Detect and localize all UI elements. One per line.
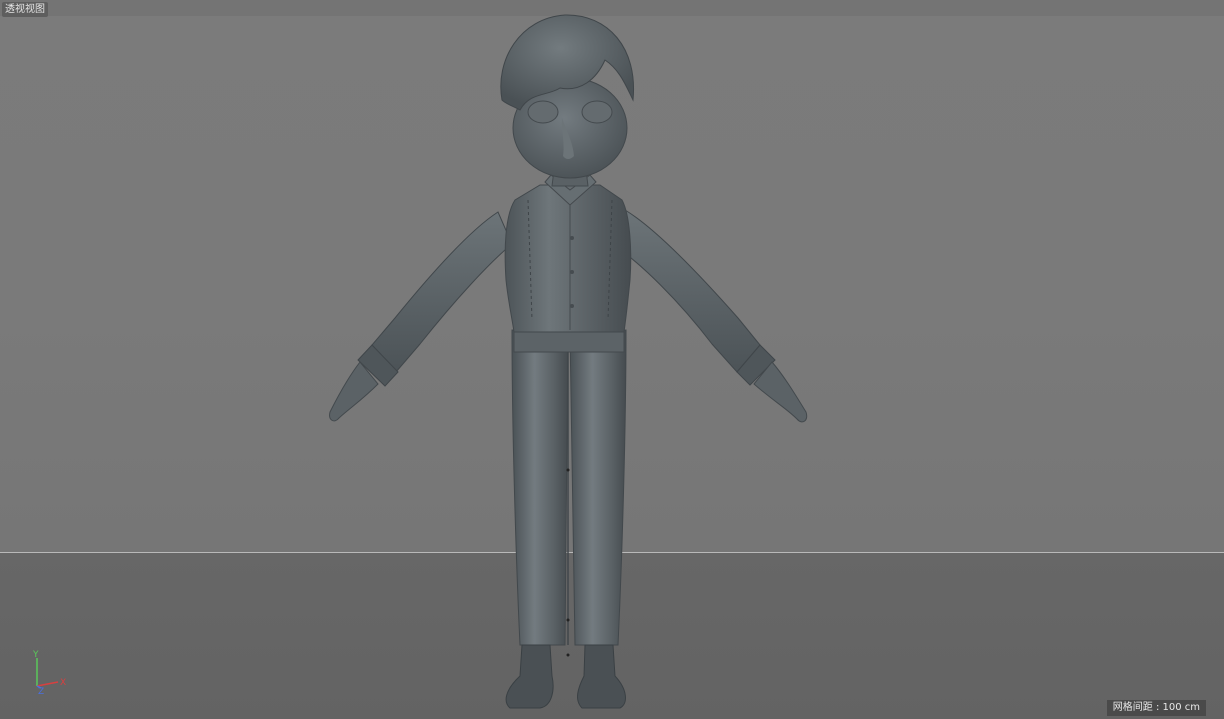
pivot-marker	[566, 618, 570, 622]
y-axis-label: Y	[32, 650, 39, 660]
perspective-viewport[interactable]: 透视视图 Y X Z 网格间距: 100 cm	[0, 0, 1224, 719]
axis-gizmo: Y X Z	[32, 650, 66, 696]
right-arm	[611, 209, 808, 423]
character-model[interactable]	[0, 0, 1224, 719]
pivot-marker	[566, 468, 570, 472]
x-axis-line	[36, 681, 59, 687]
legs	[511, 329, 627, 646]
grid-spacing-label: 网格间距 : 100 cm	[1106, 700, 1206, 716]
torso	[504, 174, 632, 333]
pivot-marker	[566, 653, 570, 657]
x-axis-label: X	[60, 678, 66, 688]
z-axis-label: Z	[38, 687, 44, 696]
left-arm	[329, 211, 513, 422]
shoes	[505, 644, 626, 709]
